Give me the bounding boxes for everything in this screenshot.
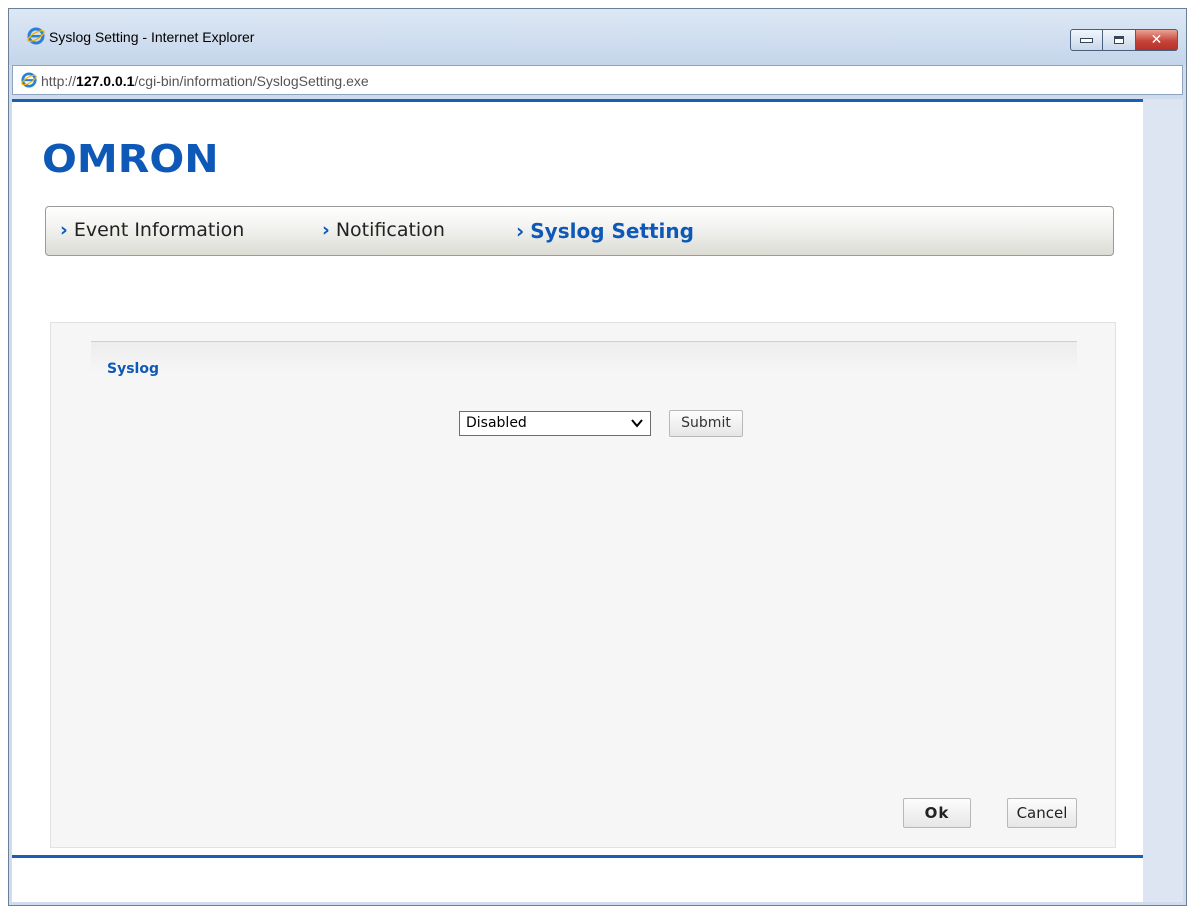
nav-item-label: Notification <box>335 219 445 241</box>
maximize-icon <box>1114 36 1124 44</box>
syslog-section: Syslog <box>91 341 1077 422</box>
window-title: Syslog Setting - Internet Explorer <box>49 29 255 45</box>
header-divider <box>12 99 1143 102</box>
settings-panel: Syslog Disabled Submit Ok Cancel <box>50 322 1116 848</box>
ie-icon <box>21 72 37 88</box>
chevron-right-icon: › <box>60 219 68 241</box>
chevron-right-icon: › <box>322 219 330 241</box>
submit-button[interactable]: Submit <box>669 410 743 437</box>
ok-button[interactable]: Ok <box>903 798 971 828</box>
nav-item-notification[interactable]: › Notification <box>322 219 445 241</box>
footer-divider <box>12 855 1143 858</box>
window-gutter <box>1143 99 1183 902</box>
omron-logo: OMRON <box>42 137 219 181</box>
syslog-mode-select[interactable]: Disabled <box>459 411 651 436</box>
ie-icon <box>27 27 45 45</box>
nav-item-label: Event Information <box>73 219 245 241</box>
maximize-button[interactable] <box>1103 29 1136 51</box>
page-content: OMRON › Event Information › Notification ›… <box>12 99 1183 902</box>
section-title: Syslog <box>107 361 159 377</box>
nav-item-event-information[interactable]: › Event Information <box>60 219 244 241</box>
minimize-button[interactable] <box>1070 29 1103 51</box>
nav-bar: › Event Information › Notification › Syslog… <box>45 206 1114 256</box>
title-bar: Syslog Setting - Internet Explorer ✕ <box>9 9 1186 65</box>
nav-item-label: Syslog Setting <box>530 219 694 243</box>
select-value: Disabled <box>466 415 527 431</box>
nav-item-syslog-setting[interactable]: › Syslog Setting <box>516 219 694 243</box>
browser-window: Syslog Setting - Internet Explorer ✕ htt… <box>8 8 1187 906</box>
close-icon: ✕ <box>1150 32 1163 48</box>
address-url: http://127.0.0.1/cgi-bin/information/Sys… <box>41 73 369 89</box>
close-button[interactable]: ✕ <box>1136 29 1178 51</box>
minimize-icon <box>1080 37 1093 43</box>
window-controls: ✕ <box>1070 29 1178 51</box>
chevron-right-icon: › <box>516 219 525 243</box>
cancel-button[interactable]: Cancel <box>1007 798 1077 828</box>
chevron-down-icon <box>631 419 643 428</box>
address-bar[interactable]: http://127.0.0.1/cgi-bin/information/Sys… <box>12 65 1183 95</box>
